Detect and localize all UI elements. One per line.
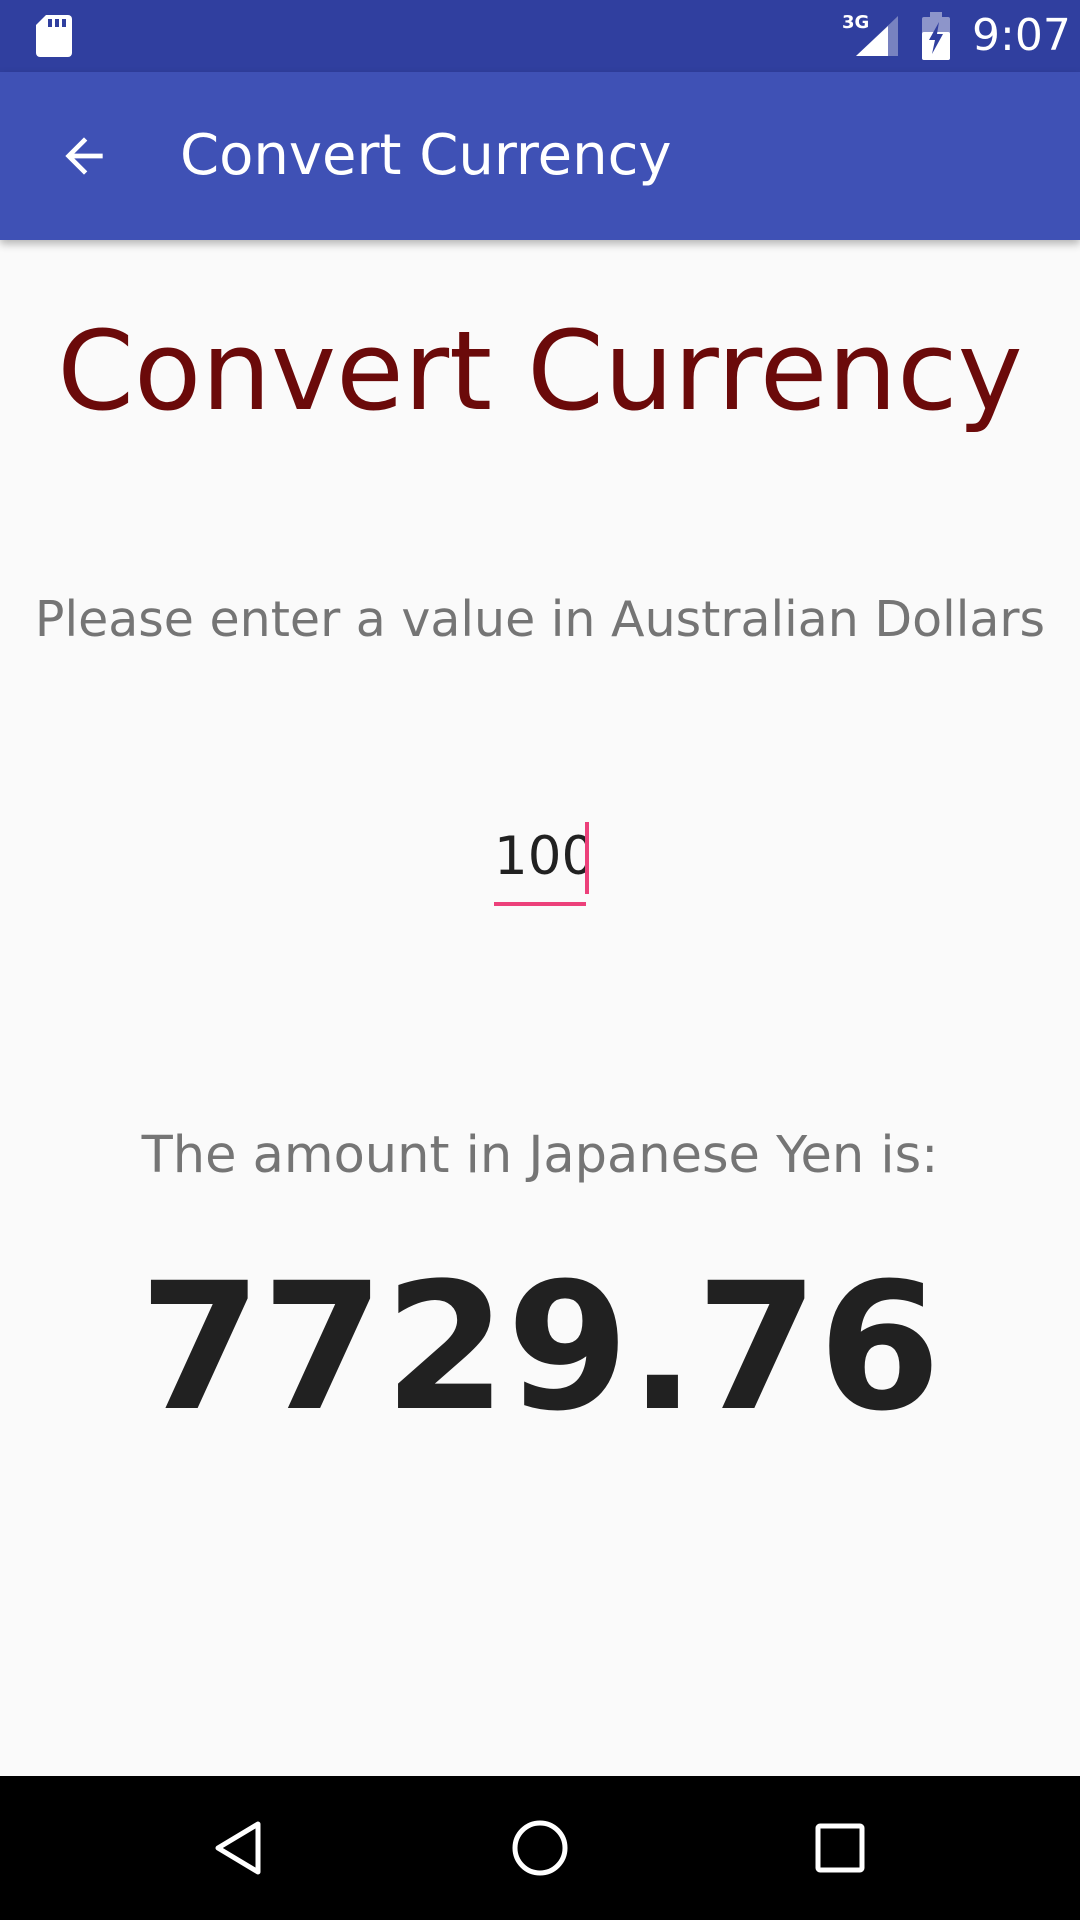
app-bar-title: Convert Currency — [180, 123, 672, 188]
arrow-back-icon — [65, 137, 103, 175]
status-bar: 3G 9:07 — [0, 0, 1080, 72]
nav-home-icon — [512, 1820, 568, 1876]
input-prompt: Please enter a value in Australian Dolla… — [34, 591, 1046, 648]
text-cursor — [585, 822, 589, 894]
nav-recents-button[interactable] — [792, 1800, 888, 1896]
back-button[interactable] — [36, 108, 132, 204]
nav-recents-icon — [815, 1823, 865, 1873]
result-label: The amount in Japanese Yen is: — [141, 1126, 939, 1185]
battery-charging-icon — [922, 12, 950, 60]
sd-card-icon — [36, 15, 72, 57]
signal-3g-icon: 3G — [842, 12, 898, 56]
main-content: Convert Currency Please enter a value in… — [0, 240, 1080, 1776]
aud-amount-input[interactable] — [494, 810, 586, 906]
result-value: 7729.76 — [139, 1245, 941, 1450]
nav-back-button[interactable] — [192, 1800, 288, 1896]
nav-back-icon — [215, 1821, 261, 1875]
network-type-label: 3G — [842, 12, 869, 33]
navigation-bar — [0, 1776, 1080, 1920]
status-time: 9:07 — [972, 10, 1071, 61]
nav-home-button[interactable] — [492, 1800, 588, 1896]
app-bar: Convert Currency — [0, 72, 1080, 240]
page-heading: Convert Currency — [57, 307, 1023, 435]
